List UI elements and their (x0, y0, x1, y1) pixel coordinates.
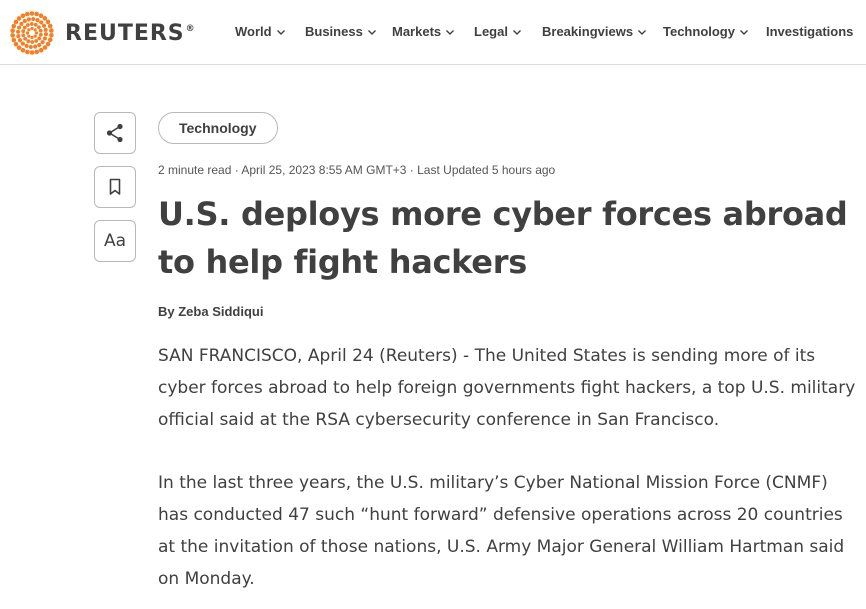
article-headline: U.S. deploys more cyber forces abroad to… (158, 195, 848, 281)
share-button[interactable] (94, 112, 136, 154)
chevron-down-icon (276, 29, 285, 35)
site-header: REUTERS® World Business Markets Legal Br… (0, 0, 866, 65)
nav-world-label: World (235, 24, 272, 39)
nav-legal-label: Legal (474, 24, 508, 39)
reuters-dots-logo-icon (10, 11, 54, 55)
nav-investigations[interactable]: Investigations (766, 24, 853, 39)
article-meta: 2 minute read · April 25, 2023 8:55 AM G… (158, 163, 556, 177)
nav-breakingviews-label: Breakingviews (542, 24, 634, 39)
text-size-button[interactable]: Aa (94, 220, 136, 262)
share-icon (106, 123, 123, 143)
logo-text: REUTERS® (65, 20, 196, 46)
chevron-down-icon (638, 29, 647, 35)
nav-business[interactable]: Business (305, 24, 377, 39)
article-paragraph: SAN FRANCISCO, April 24 (Reuters) - The … (158, 346, 856, 430)
bookmark-icon (109, 178, 121, 195)
nav-technology-label: Technology (663, 24, 735, 39)
nav-breakingviews[interactable]: Breakingviews (542, 24, 647, 39)
reuters-logo[interactable]: REUTERS® (8, 9, 196, 57)
chevron-down-icon (512, 29, 521, 35)
text-size-label: Aa (103, 231, 127, 251)
section-tag-technology[interactable]: Technology (158, 112, 278, 144)
nav-technology[interactable]: Technology (663, 24, 749, 39)
nav-business-label: Business (305, 24, 363, 39)
chevron-down-icon (739, 29, 748, 35)
byline-prefix: By (158, 304, 179, 319)
bookmark-button[interactable] (94, 166, 136, 208)
nav-investigations-label: Investigations (766, 24, 854, 39)
author-link[interactable]: Zeba Siddiqui (178, 304, 263, 319)
byline: By Zeba Siddiqui (158, 304, 263, 319)
nav-markets-label: Markets (392, 24, 442, 39)
article-paragraph: In the last three years, the U.S. milita… (158, 473, 845, 589)
chevron-down-icon (446, 29, 455, 35)
nav-legal[interactable]: Legal (474, 24, 522, 39)
nav-world[interactable]: World (235, 24, 286, 39)
chevron-down-icon (367, 29, 376, 35)
nav-markets[interactable]: Markets (392, 24, 455, 39)
